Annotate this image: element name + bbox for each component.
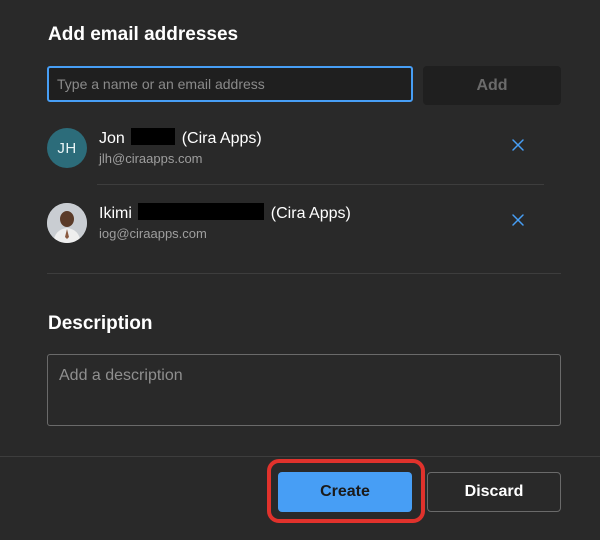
create-button[interactable]: Create [278, 472, 412, 512]
person-first-name: Ikimi [99, 205, 132, 222]
person-email: jlh@ciraapps.com [99, 151, 203, 166]
close-icon [512, 214, 524, 226]
person-divider [97, 184, 544, 185]
description-title: Description [48, 313, 153, 334]
profile-photo-icon [47, 203, 87, 243]
email-input-container [47, 66, 413, 102]
description-container [47, 354, 561, 426]
avatar: JH [47, 128, 87, 168]
person-name: Jon (Cira Apps) [99, 128, 262, 148]
add-button[interactable]: Add [423, 66, 561, 105]
person-row: JH Jon (Cira Apps) jlh@ciraapps.com [47, 128, 547, 172]
email-search-input[interactable] [49, 68, 411, 100]
person-org: (Cira Apps) [181, 130, 262, 147]
person-email: iog@ciraapps.com [99, 226, 207, 241]
person-row: Ikimi (Cira Apps) iog@ciraapps.com [47, 203, 547, 247]
discard-button[interactable]: Discard [427, 472, 561, 512]
description-field[interactable] [48, 355, 560, 425]
redacted-surname [138, 203, 265, 220]
person-org: (Cira Apps) [270, 205, 351, 222]
remove-person-button[interactable] [507, 134, 529, 156]
avatar [47, 203, 87, 243]
person-first-name: Jon [99, 130, 125, 147]
section-divider [47, 273, 561, 274]
close-icon [512, 139, 524, 151]
remove-person-button[interactable] [507, 209, 529, 231]
person-name: Ikimi (Cira Apps) [99, 203, 351, 223]
add-email-title: Add email addresses [48, 24, 239, 45]
redacted-surname [131, 128, 176, 145]
footer-divider [0, 456, 600, 457]
